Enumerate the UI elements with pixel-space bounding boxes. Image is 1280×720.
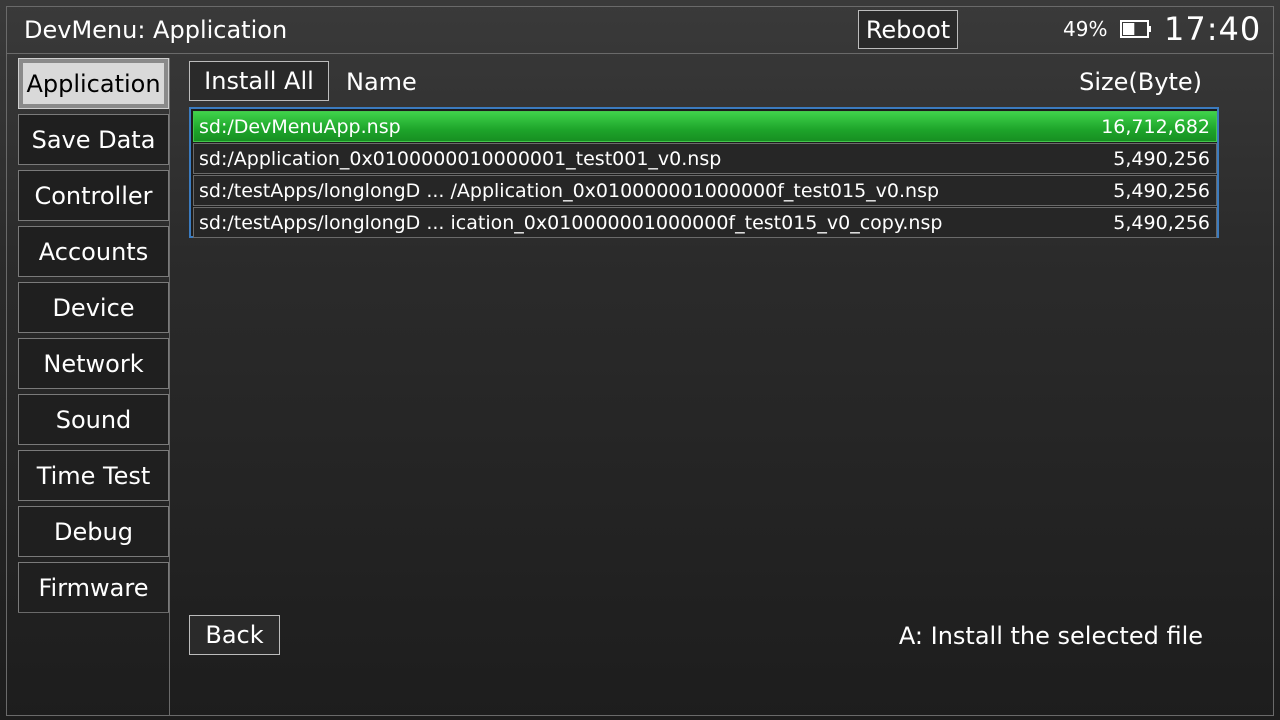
file-list: sd:/DevMenuApp.nsp 16,712,682 sd:/Applic…: [189, 107, 1219, 238]
column-header-size: Size(Byte): [1079, 68, 1202, 96]
file-size: 5,490,256: [1113, 212, 1210, 234]
file-row[interactable]: sd:/testApps/longlongD ... ication_0x010…: [193, 207, 1217, 238]
sidebar-item-label: Sound: [55, 405, 132, 434]
sidebar-item-label: Time Test: [36, 461, 151, 490]
battery-icon: [1120, 20, 1151, 38]
page-title: DevMenu: Application: [24, 16, 288, 44]
sidebar-nav: Application Save Data Controller Account…: [18, 58, 170, 716]
file-size: 16,712,682: [1101, 116, 1210, 138]
file-row-selected[interactable]: sd:/DevMenuApp.nsp 16,712,682: [193, 111, 1217, 142]
column-header-name: Name: [346, 68, 417, 96]
sidebar-item-save-data[interactable]: Save Data: [18, 114, 169, 165]
sidebar-item-firmware[interactable]: Firmware: [18, 562, 169, 613]
sidebar-item-controller[interactable]: Controller: [18, 170, 169, 221]
install-all-button[interactable]: Install All: [189, 61, 329, 101]
sidebar-item-application[interactable]: Application: [18, 58, 169, 109]
file-name: sd:/testApps/longlongD ... ication_0x010…: [199, 212, 943, 234]
sidebar-item-network[interactable]: Network: [18, 338, 169, 389]
sidebar-item-sound[interactable]: Sound: [18, 394, 169, 445]
file-size: 5,490,256: [1113, 148, 1210, 170]
sidebar-divider: [169, 58, 170, 716]
back-button[interactable]: Back: [189, 615, 280, 655]
sidebar-item-label: Device: [52, 293, 135, 322]
devmenu-screen: DevMenu: Application Reboot 49% 17:40 Ap…: [0, 0, 1280, 720]
reboot-button[interactable]: Reboot: [858, 10, 958, 49]
header-bar: DevMenu: Application Reboot 49% 17:40: [6, 6, 1274, 54]
sidebar-item-device[interactable]: Device: [18, 282, 169, 333]
sidebar-item-label: Firmware: [38, 573, 149, 602]
sidebar-item-label: Accounts: [38, 237, 149, 266]
file-name: sd:/DevMenuApp.nsp: [199, 116, 401, 138]
sidebar-item-debug[interactable]: Debug: [18, 506, 169, 557]
sidebar-item-accounts[interactable]: Accounts: [18, 226, 169, 277]
button-hint: A: Install the selected file: [898, 622, 1203, 650]
sidebar-item-label: Application: [26, 69, 161, 98]
file-row[interactable]: sd:/testApps/longlongD ... /Application_…: [193, 175, 1217, 206]
file-size: 5,490,256: [1113, 180, 1210, 202]
file-name: sd:/Application_0x0100000010000001_test0…: [199, 148, 722, 170]
clock: 17:40: [1164, 10, 1262, 48]
sidebar-item-label: Network: [43, 349, 144, 378]
battery-percent: 49%: [1063, 17, 1108, 41]
sidebar-item-label: Save Data: [31, 125, 156, 154]
sidebar-bottom-divider: [18, 612, 169, 613]
sidebar-item-time-test[interactable]: Time Test: [18, 450, 169, 501]
file-name: sd:/testApps/longlongD ... /Application_…: [199, 180, 940, 202]
sidebar-item-label: Debug: [54, 517, 133, 546]
file-row[interactable]: sd:/Application_0x0100000010000001_test0…: [193, 143, 1217, 174]
sidebar-item-label: Controller: [34, 181, 153, 210]
